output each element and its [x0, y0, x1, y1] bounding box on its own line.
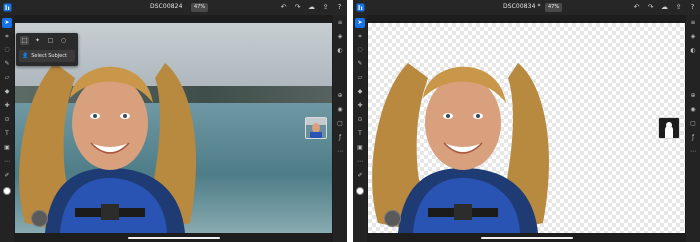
select-subject-button[interactable]: 👤 Select Subject — [19, 50, 75, 62]
crop-transform-icon[interactable]: ⌗ — [355, 32, 365, 42]
type-icon[interactable]: T — [355, 129, 365, 139]
redo-icon[interactable]: ↷ — [293, 2, 302, 13]
touch-shortcut-ring[interactable] — [384, 210, 401, 227]
document-title[interactable]: DSC00834 * — [503, 3, 541, 10]
top-bar: DSC00824 47% ↶ ↷ ☁ ⇪ ? — [0, 0, 347, 15]
rect-marquee-icon[interactable]: □ — [46, 36, 55, 45]
more-icon[interactable]: ⋯ — [355, 157, 365, 167]
home-indicator — [481, 237, 573, 239]
zoom-level[interactable]: 47% — [191, 3, 209, 12]
photoshop-home-icon[interactable] — [355, 2, 366, 13]
select-subject-label: Select Subject — [31, 53, 67, 59]
more-icon[interactable]: ⋯ — [335, 147, 345, 157]
add-layer-icon[interactable]: ⊕ — [688, 91, 698, 101]
layers-icon[interactable]: ≡ — [688, 18, 698, 28]
mask-icon[interactable]: ▢ — [688, 119, 698, 129]
place-image-icon[interactable]: ▣ — [355, 143, 365, 153]
subject-girl-cutout — [372, 63, 549, 233]
fx-icon[interactable]: ƒ — [335, 133, 345, 143]
undo-icon[interactable]: ↶ — [632, 2, 641, 13]
fill-icon[interactable]: ◆ — [355, 87, 365, 97]
tools-panel: ➤ ⌗ ◌ ✎ ▱ ◆ ✚ ⊙ T ▣ ⋯ ✐ — [0, 15, 14, 242]
eraser-icon[interactable]: ▱ — [355, 73, 365, 83]
layers-panel: ≡ ◈ ◐ ⊕ ◉ ▢ ƒ ⋯ — [686, 15, 700, 242]
layers-icon[interactable]: ≡ — [335, 18, 345, 28]
document-title[interactable]: DSC00824 — [150, 3, 183, 10]
cloud-icon[interactable]: ☁ — [307, 2, 316, 13]
canvas[interactable] — [368, 23, 685, 233]
share-icon[interactable]: ⇪ — [321, 2, 330, 13]
app-screen-before: DSC00824 47% ↶ ↷ ☁ ⇪ ? ➤ ⌗ ◌ ✎ ▱ ◆ ✚ ⊙ T… — [0, 0, 347, 242]
eraser-icon[interactable]: ▱ — [2, 73, 12, 83]
selection-tools-popover: ⬚ ✦ □ ○ 👤 Select Subject — [16, 33, 78, 66]
brush-icon[interactable]: ✎ — [355, 59, 365, 69]
layer-thumbnail[interactable] — [305, 117, 327, 139]
lasso-icon[interactable]: ◌ — [2, 45, 12, 55]
fill-icon[interactable]: ◆ — [2, 87, 12, 97]
more-icon[interactable]: ⋯ — [688, 147, 698, 157]
layer-mask-thumbnail[interactable] — [658, 117, 680, 139]
touch-shortcut-ring[interactable] — [31, 210, 48, 227]
add-layer-icon[interactable]: ⊕ — [335, 91, 345, 101]
visibility-icon[interactable]: ◉ — [688, 105, 698, 115]
top-bar: DSC00834 * 47% ↶ ↷ ☁ ⇪ ? — [353, 0, 700, 15]
healing-icon[interactable]: ✚ — [2, 101, 12, 111]
clone-icon[interactable]: ⊙ — [355, 115, 365, 125]
cloud-icon[interactable]: ☁ — [660, 2, 669, 13]
eyedropper-icon[interactable]: ✐ — [2, 171, 12, 181]
magic-wand-icon[interactable]: ✦ — [33, 36, 42, 45]
zoom-level[interactable]: 47% — [545, 3, 563, 12]
help-icon[interactable]: ? — [335, 2, 344, 13]
crop-transform-icon[interactable]: ⌗ — [2, 32, 12, 42]
eyedropper-icon[interactable]: ✐ — [355, 171, 365, 181]
tools-panel: ➤ ⌗ ◌ ✎ ▱ ◆ ✚ ⊙ T ▣ ⋯ ✐ — [353, 15, 367, 242]
clone-icon[interactable]: ⊙ — [2, 115, 12, 125]
place-image-icon[interactable]: ▣ — [2, 143, 12, 153]
redo-icon[interactable]: ↷ — [646, 2, 655, 13]
select-tool-icon[interactable]: ➤ — [355, 18, 365, 28]
fx-icon[interactable]: ƒ — [688, 133, 698, 143]
color-well-icon[interactable] — [356, 187, 364, 195]
adjustments-icon[interactable]: ◐ — [688, 46, 698, 56]
share-icon[interactable]: ⇪ — [674, 2, 683, 13]
ellipse-marquee-icon[interactable]: ○ — [59, 36, 68, 45]
rect-select-icon[interactable]: ⬚ — [20, 36, 29, 45]
select-subject-icon: 👤 — [22, 53, 29, 59]
healing-icon[interactable]: ✚ — [355, 101, 365, 111]
more-icon[interactable]: ⋯ — [2, 157, 12, 167]
photoshop-home-icon[interactable] — [2, 2, 13, 13]
adjustments-icon[interactable]: ◐ — [335, 46, 345, 56]
layers-panel: ≡ ◈ ◐ ⊕ ◉ ▢ ƒ ⋯ — [333, 15, 347, 242]
layer-properties-icon[interactable]: ◈ — [335, 32, 345, 42]
app-screen-after: DSC00834 * 47% ↶ ↷ ☁ ⇪ ? ➤ ⌗ ◌ ✎ ▱ ◆ ✚ ⊙… — [353, 0, 700, 242]
undo-icon[interactable]: ↶ — [279, 2, 288, 13]
layer-properties-icon[interactable]: ◈ — [688, 32, 698, 42]
select-tool-icon[interactable]: ➤ — [2, 18, 12, 28]
help-icon[interactable]: ? — [688, 2, 697, 13]
lasso-icon[interactable]: ◌ — [355, 45, 365, 55]
color-well-icon[interactable] — [3, 187, 11, 195]
mask-icon[interactable]: ▢ — [335, 119, 345, 129]
type-icon[interactable]: T — [2, 129, 12, 139]
brush-icon[interactable]: ✎ — [2, 59, 12, 69]
visibility-icon[interactable]: ◉ — [335, 105, 345, 115]
home-indicator — [128, 237, 220, 239]
